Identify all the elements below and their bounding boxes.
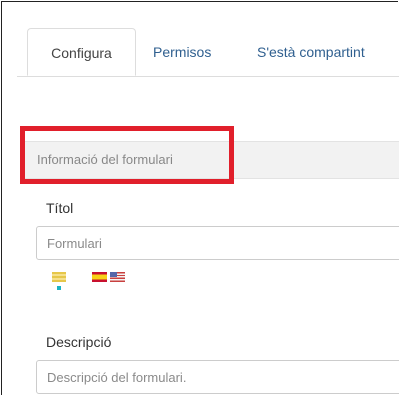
title-input[interactable] (36, 226, 399, 260)
usa-flag-icon[interactable] (110, 272, 125, 282)
active-language-indicator (57, 286, 61, 290)
description-label: Descripció (46, 334, 112, 350)
language-default-flag-icon[interactable] (52, 272, 66, 282)
tab-bar: Configura Permisos S'està compartint (17, 28, 399, 77)
tab-compartint[interactable]: S'està compartint (257, 28, 365, 76)
title-label: Títol (46, 200, 74, 216)
spain-flag-icon[interactable] (92, 272, 107, 282)
highlight-box (20, 126, 234, 184)
tab-permisos[interactable]: Permisos (153, 28, 211, 76)
tab-configura[interactable]: Configura (27, 28, 136, 76)
description-input[interactable] (36, 360, 399, 394)
